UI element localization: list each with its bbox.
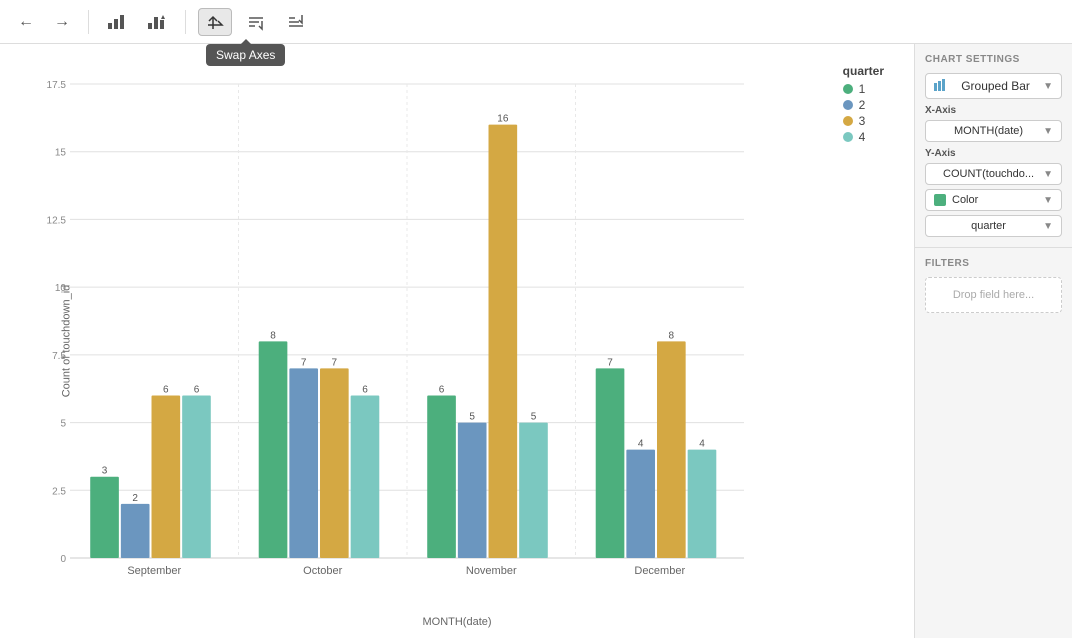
chart-type-arrow: ▼ xyxy=(1043,81,1053,92)
toolbar-separator-2 xyxy=(185,10,186,34)
color-label: Color xyxy=(952,194,1037,206)
chart-type-label: Grouped Bar xyxy=(954,79,1037,93)
filters-section: FILTERS Drop field here... xyxy=(915,247,1072,323)
y-axis-selector[interactable]: COUNT(touchdo... ▼ xyxy=(925,163,1062,185)
x-axis-value: MONTH(date) xyxy=(934,125,1043,137)
x-axis-section-label: X-Axis xyxy=(925,105,1062,116)
svg-text:5: 5 xyxy=(60,419,66,430)
svg-text:3: 3 xyxy=(102,466,108,477)
svg-text:10: 10 xyxy=(55,283,67,294)
chart-type-button[interactable] xyxy=(141,9,173,35)
svg-text:7: 7 xyxy=(332,357,338,368)
svg-text:7.5: 7.5 xyxy=(52,351,66,362)
svg-text:17.5: 17.5 xyxy=(47,80,67,91)
svg-text:4: 4 xyxy=(638,439,644,450)
chart-settings-title: CHART SETTINGS xyxy=(925,54,1062,65)
svg-text:15: 15 xyxy=(55,148,67,159)
color-expand-arrow[interactable]: ▼ xyxy=(1043,195,1053,206)
x-axis-label: MONTH(date) xyxy=(422,616,491,628)
svg-text:6: 6 xyxy=(194,384,200,395)
swap-axes-button[interactable] xyxy=(198,8,232,36)
color-value: quarter xyxy=(934,220,1043,232)
filter-drop-zone[interactable]: Drop field here... xyxy=(925,277,1062,313)
svg-text:2.5: 2.5 xyxy=(52,486,66,497)
sort-desc-button[interactable] xyxy=(280,9,312,35)
svg-text:6: 6 xyxy=(362,384,368,395)
y-axis-section-label: Y-Axis xyxy=(925,148,1062,159)
svg-text:8: 8 xyxy=(270,330,276,341)
color-value-selector[interactable]: quarter ▼ xyxy=(925,215,1062,237)
back-icon: ← xyxy=(18,13,34,31)
sort-asc-icon xyxy=(246,13,266,31)
main-area: Count of touchdown_id quarter 1 2 3 4 xyxy=(0,44,1072,638)
chart-container: 02.557.51012.51517.53266September8776Oct… xyxy=(60,64,894,578)
chart-view-button[interactable] xyxy=(101,9,133,35)
sort-desc-icon xyxy=(286,13,306,31)
color-row: Color ▼ xyxy=(925,189,1062,211)
forward-icon: → xyxy=(54,13,70,31)
svg-text:November: November xyxy=(466,565,517,577)
color-value-arrow: ▼ xyxy=(1043,221,1053,232)
x-axis-arrow: ▼ xyxy=(1043,126,1053,137)
svg-text:2: 2 xyxy=(132,493,138,504)
y-axis-arrow: ▼ xyxy=(1043,169,1053,180)
svg-text:7: 7 xyxy=(607,357,613,368)
svg-text:6: 6 xyxy=(439,384,445,395)
svg-text:0: 0 xyxy=(60,554,66,565)
svg-text:September: September xyxy=(127,565,181,577)
chart-type-selector[interactable]: Grouped Bar ▼ xyxy=(925,73,1062,99)
bar-chart-icon xyxy=(107,13,127,31)
svg-text:4: 4 xyxy=(699,439,705,450)
chart-area: Count of touchdown_id quarter 1 2 3 4 xyxy=(0,44,914,638)
chart-svg: 02.557.51012.51517.53266September8776Oct… xyxy=(60,64,894,578)
chart-type-icon xyxy=(147,13,167,31)
y-axis-value: COUNT(touchdo... xyxy=(934,168,1043,180)
drop-field-placeholder: Drop field here... xyxy=(953,289,1034,301)
svg-text:12.5: 12.5 xyxy=(47,215,67,226)
svg-text:5: 5 xyxy=(469,412,475,423)
chart-settings-section: CHART SETTINGS Grouped Bar ▼ X-Axis MONT… xyxy=(915,44,1072,247)
svg-text:6: 6 xyxy=(163,384,169,395)
toolbar-separator-1 xyxy=(88,10,89,34)
forward-button[interactable]: → xyxy=(48,9,76,35)
toolbar: ← → xyxy=(0,0,1072,44)
filters-title: FILTERS xyxy=(925,258,1062,269)
swap-axes-icon xyxy=(205,13,225,31)
sort-asc-button[interactable] xyxy=(240,9,272,35)
svg-text:16: 16 xyxy=(497,114,509,125)
color-swatch xyxy=(934,194,946,206)
back-button[interactable]: ← xyxy=(12,9,40,35)
svg-text:December: December xyxy=(634,565,685,577)
x-axis-selector[interactable]: MONTH(date) ▼ xyxy=(925,120,1062,142)
grouped-bar-icon xyxy=(934,78,948,94)
svg-text:October: October xyxy=(303,565,342,577)
right-panel: CHART SETTINGS Grouped Bar ▼ X-Axis MONT… xyxy=(914,44,1072,638)
svg-text:7: 7 xyxy=(301,357,307,368)
svg-text:5: 5 xyxy=(531,412,537,423)
svg-text:8: 8 xyxy=(669,330,675,341)
